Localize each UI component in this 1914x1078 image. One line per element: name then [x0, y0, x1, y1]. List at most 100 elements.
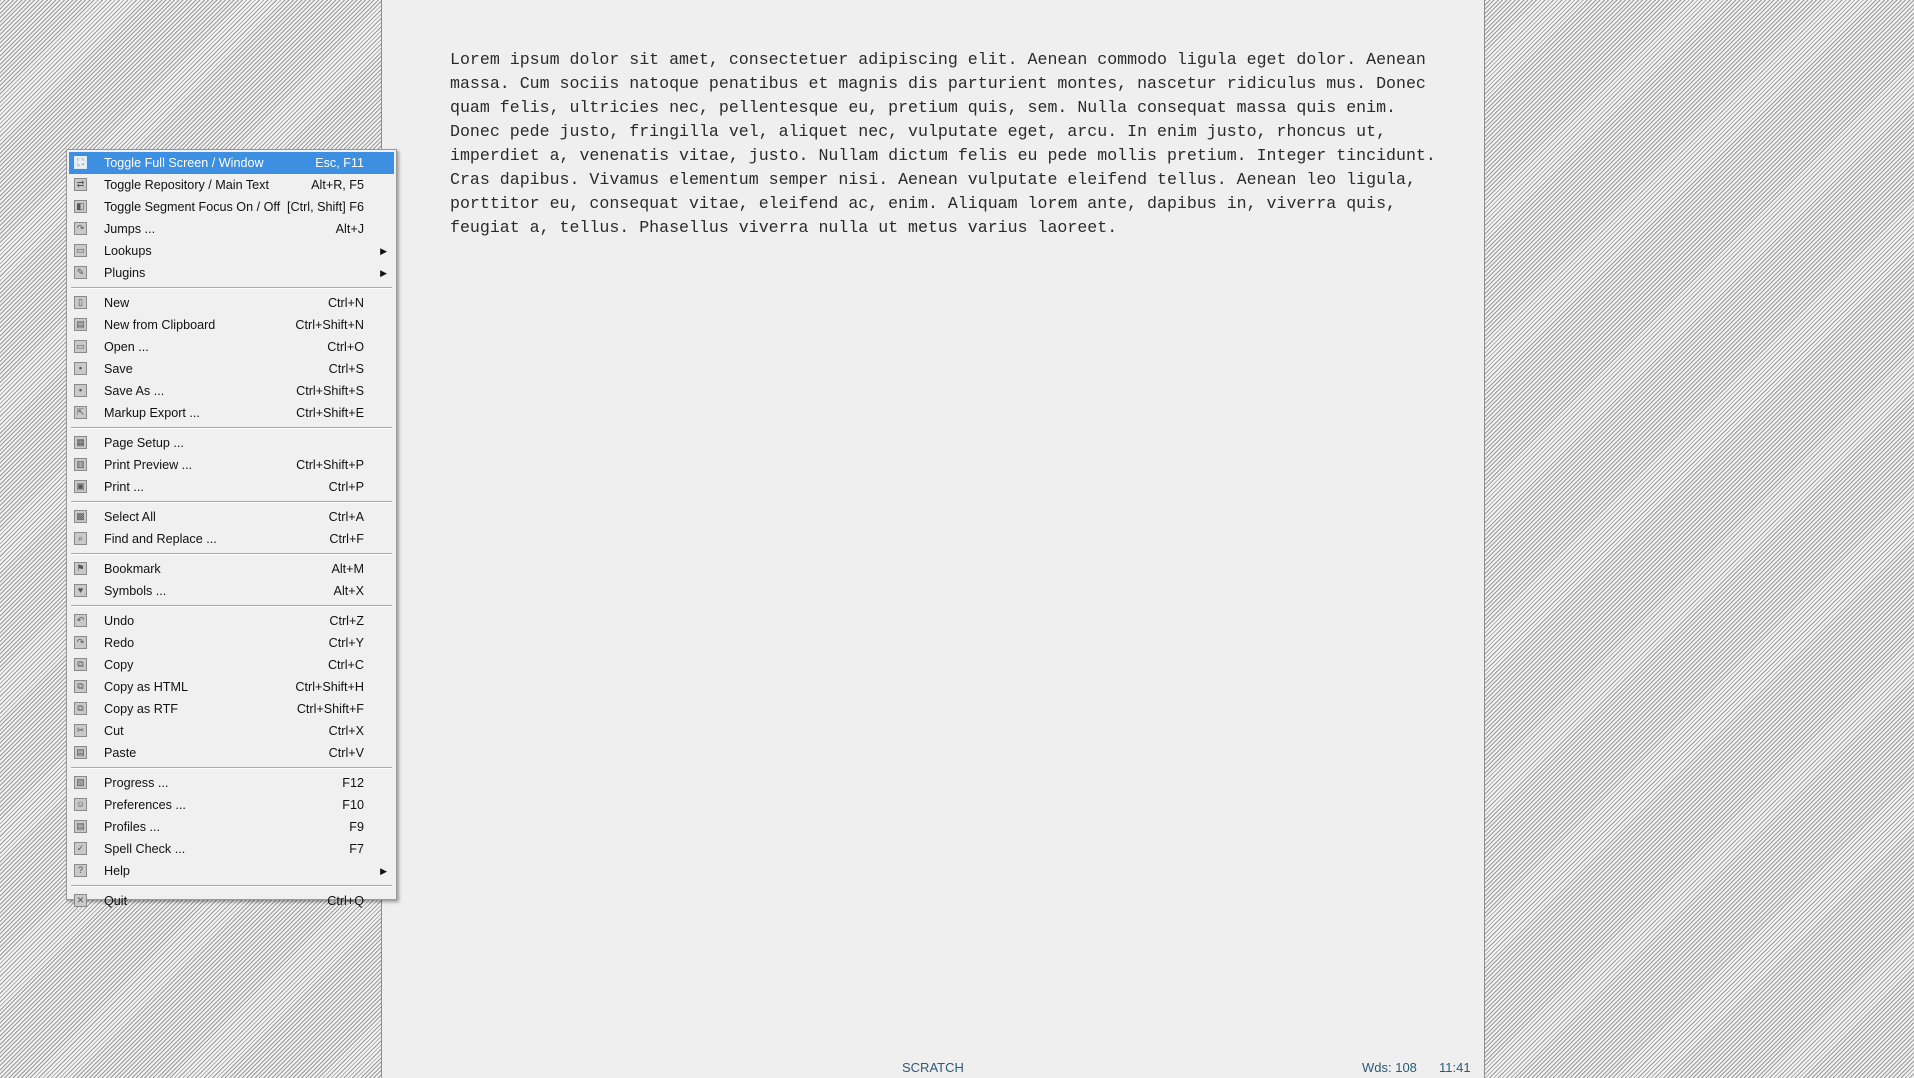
status-mode: SCRATCH	[902, 1060, 964, 1075]
menu-item-toggle-repository-main-text[interactable]: ⇄ Toggle Repository / Main Text Alt+R, F5	[69, 174, 394, 196]
menu-items: ⛶ Toggle Full Screen / Window Esc, F11 ⇄ Tog…	[69, 152, 394, 912]
menu-item-shortcut: Ctrl+Z	[329, 614, 364, 628]
menu-item-cut[interactable]: ✂ Cut Ctrl+X	[69, 720, 394, 742]
menu-item-toggle-full-screen-window[interactable]: ⛶ Toggle Full Screen / Window Esc, F11	[69, 152, 394, 174]
menu-item-markup-export[interactable]: ⇱ Markup Export ... Ctrl+Shift+E	[69, 402, 394, 424]
menu-item-redo[interactable]: ↷ Redo Ctrl+Y	[69, 632, 394, 654]
spell-check-icon: ✓	[74, 842, 87, 855]
submenu-arrow-icon: ▶	[380, 246, 387, 256]
menu-item-label: Plugins	[104, 266, 146, 280]
menu-item-shortcut: Ctrl+Shift+S	[296, 384, 364, 398]
menu-item-shortcut: Ctrl+Shift+E	[296, 406, 364, 420]
menu-item-plugins[interactable]: ✎ Plugins ▶	[69, 262, 394, 284]
menu-item-quit[interactable]: ✕ Quit Ctrl+Q	[69, 890, 394, 912]
menu-item-open[interactable]: ▭ Open ... Ctrl+O	[69, 336, 394, 358]
menu-item-lookups[interactable]: ▭ Lookups ▶	[69, 240, 394, 262]
menu-item-progress[interactable]: ▧ Progress ... F12	[69, 772, 394, 794]
menu-item-save[interactable]: ▪ Save Ctrl+S	[69, 358, 394, 380]
menu-item-paste[interactable]: ▤ Paste Ctrl+V	[69, 742, 394, 764]
menu-item-label: Quit	[104, 894, 128, 908]
menu-item-shortcut: Esc, F11	[315, 156, 364, 170]
paste-icon: ▤	[74, 746, 87, 759]
select-all-icon: ▩	[74, 510, 87, 523]
bookmark-icon: ⚑	[74, 562, 87, 575]
menu-item-shortcut: F12	[342, 776, 364, 790]
menu-item-shortcut: Alt+R, F5	[311, 178, 364, 192]
print-preview-icon: ▥	[74, 458, 87, 471]
menu-item-shortcut: Ctrl+P	[328, 480, 364, 494]
export-icon: ⇱	[74, 406, 87, 419]
menu-item-shortcut: F9	[349, 820, 364, 834]
menu-item-spell-check[interactable]: ✓ Spell Check ... F7	[69, 838, 394, 860]
menu-item-save-as[interactable]: ▪ Save As ... Ctrl+Shift+S	[69, 380, 394, 402]
menu-item-label: New	[104, 296, 130, 310]
menu-item-copy-as-rtf[interactable]: ⧉ Copy as RTF Ctrl+Shift+F	[69, 698, 394, 720]
menu-item-label: Spell Check ...	[104, 842, 186, 856]
status-clock: 11:41	[1439, 1060, 1471, 1075]
context-menu: ⛶ Toggle Full Screen / Window Esc, F11 ⇄ Tog…	[66, 149, 397, 908]
menu-separator	[71, 605, 392, 607]
copy-rtf-icon: ⧉	[74, 702, 87, 715]
menu-item-shortcut: Alt+M	[331, 562, 364, 576]
menu-item-shortcut: Ctrl+O	[327, 340, 364, 354]
menu-item-shortcut: Ctrl+Shift+H	[295, 680, 364, 694]
menu-item-undo[interactable]: ↶ Undo Ctrl+Z	[69, 610, 394, 632]
menu-item-label: New from Clipboard	[104, 318, 216, 332]
status-word-count: Wds: 108	[1362, 1060, 1417, 1075]
menu-item-profiles[interactable]: ▤ Profiles ... F9	[69, 816, 394, 838]
menu-item-label: Select All	[104, 510, 156, 524]
menu-item-label: Print ...	[104, 480, 144, 494]
plugins-icon: ✎	[74, 266, 87, 279]
menu-item-label: Symbols ...	[104, 584, 167, 598]
menu-item-label: Lookups	[104, 244, 152, 258]
menu-item-shortcut: Ctrl+A	[328, 510, 364, 524]
menu-item-copy[interactable]: ⧉ Copy Ctrl+C	[69, 654, 394, 676]
menu-item-shortcut: Alt+J	[335, 222, 364, 236]
progress-icon: ▧	[74, 776, 87, 789]
menu-item-new[interactable]: ▯ New Ctrl+N	[69, 292, 394, 314]
menu-item-print[interactable]: ▣ Print ... Ctrl+P	[69, 476, 394, 498]
menu-item-symbols[interactable]: ♥ Symbols ... Alt+X	[69, 580, 394, 602]
segment-focus-icon: ◧	[74, 200, 87, 213]
menu-item-print-preview[interactable]: ▥ Print Preview ... Ctrl+Shift+P	[69, 454, 394, 476]
search-icon: ⌕	[74, 532, 87, 545]
menu-item-shortcut: Ctrl+C	[327, 658, 364, 672]
open-folder-icon: ▭	[74, 340, 87, 353]
menu-item-shortcut: Ctrl+Q	[327, 894, 364, 908]
preferences-icon: ☺	[74, 798, 87, 811]
editor-text[interactable]: Lorem ipsum dolor sit amet, consectetuer…	[450, 48, 1450, 240]
lookups-icon: ▭	[74, 244, 87, 257]
menu-item-label: Cut	[104, 724, 124, 738]
menu-separator	[71, 767, 392, 769]
menu-item-shortcut: Ctrl+N	[327, 296, 364, 310]
menu-item-preferences[interactable]: ☺ Preferences ... F10	[69, 794, 394, 816]
menu-item-label: Paste	[104, 746, 137, 760]
menu-separator	[71, 287, 392, 289]
menu-item-shortcut: Ctrl+Shift+P	[296, 458, 364, 472]
menu-item-bookmark[interactable]: ⚑ Bookmark Alt+M	[69, 558, 394, 580]
menu-item-label: Preferences ...	[104, 798, 186, 812]
quit-icon: ✕	[74, 894, 87, 907]
menu-item-new-from-clipboard[interactable]: ▤ New from Clipboard Ctrl+Shift+N	[69, 314, 394, 336]
repository-icon: ⇄	[74, 178, 87, 191]
submenu-arrow-icon: ▶	[380, 866, 387, 876]
save-as-icon: ▪	[74, 384, 87, 397]
redo-icon: ↷	[74, 636, 87, 649]
menu-item-jumps[interactable]: ↷ Jumps ... Alt+J	[69, 218, 394, 240]
menu-item-page-setup[interactable]: ▦ Page Setup ...	[69, 432, 394, 454]
menu-item-label: Jumps ...	[104, 222, 156, 236]
menu-item-copy-as-html[interactable]: ⧉ Copy as HTML Ctrl+Shift+H	[69, 676, 394, 698]
jumps-icon: ↷	[74, 222, 87, 235]
copy-html-icon: ⧉	[74, 680, 87, 693]
menu-item-find-and-replace[interactable]: ⌕ Find and Replace ... Ctrl+F	[69, 528, 394, 550]
fullscreen-icon: ⛶	[74, 156, 87, 169]
menu-item-shortcut: Ctrl+F	[329, 532, 364, 546]
menu-item-label: Save As ...	[104, 384, 165, 398]
menu-item-select-all[interactable]: ▩ Select All Ctrl+A	[69, 506, 394, 528]
new-file-icon: ▯	[74, 296, 87, 309]
menu-item-toggle-segment-focus-on-off[interactable]: ◧ Toggle Segment Focus On / Off [Ctrl, Shi…	[69, 196, 394, 218]
print-icon: ▣	[74, 480, 87, 493]
menu-item-label: Progress ...	[104, 776, 169, 790]
menu-item-help[interactable]: ? Help ▶	[69, 860, 394, 882]
menu-separator	[71, 885, 392, 887]
